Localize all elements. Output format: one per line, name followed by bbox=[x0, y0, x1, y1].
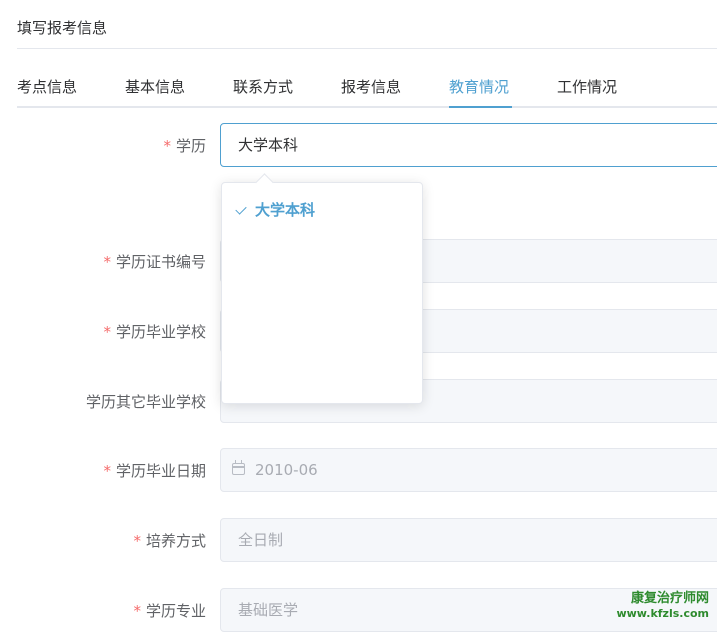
tab-application[interactable]: 报考信息 bbox=[341, 76, 401, 97]
form-row-degree: * 学历 大学本科 bbox=[0, 123, 717, 169]
grad-date-label: * 学历毕业日期 bbox=[103, 462, 206, 480]
tab-exam-site[interactable]: 考点信息 bbox=[17, 76, 77, 97]
degree-dropdown: 大学本科 bbox=[221, 173, 423, 404]
major-value: 基础医学 bbox=[238, 601, 299, 619]
study-mode-value: 全日制 bbox=[238, 531, 284, 549]
required-mark: * bbox=[133, 602, 141, 620]
degree-label: * 学历 bbox=[163, 137, 206, 155]
tab-education[interactable]: 教育情况 bbox=[449, 76, 509, 97]
page-title: 填写报考信息 bbox=[17, 19, 108, 37]
study-mode-label: * 培养方式 bbox=[133, 532, 206, 550]
required-mark: * bbox=[163, 137, 171, 155]
watermark-line1: 康复治疗师网 bbox=[630, 591, 709, 606]
study-mode-select[interactable]: 全日制 bbox=[220, 518, 717, 562]
required-mark: * bbox=[103, 462, 111, 480]
tab-active-indicator bbox=[449, 106, 512, 108]
required-mark: * bbox=[133, 532, 141, 550]
tab-bar: 考点信息 基本信息 联系方式 报考信息 教育情况 工作情况 bbox=[17, 68, 717, 108]
calendar-icon bbox=[232, 460, 245, 475]
form-row-grad-date: * 学历毕业日期 2010-06 bbox=[0, 448, 717, 494]
form-row-study-mode: * 培养方式 全日制 bbox=[0, 518, 717, 564]
form-row-major: * 学历专业 基础医学 bbox=[0, 588, 717, 634]
check-icon bbox=[235, 203, 247, 215]
school-label: * 学历毕业学校 bbox=[103, 323, 206, 341]
tab-contact[interactable]: 联系方式 bbox=[233, 76, 293, 97]
tab-work[interactable]: 工作情况 bbox=[557, 76, 617, 97]
grad-date-picker[interactable]: 2010-06 bbox=[220, 448, 717, 492]
watermark-line2: www.kfzls.com bbox=[616, 607, 709, 620]
major-label: * 学历专业 bbox=[133, 602, 206, 620]
required-mark: * bbox=[103, 323, 111, 341]
degree-select[interactable]: 大学本科 bbox=[220, 123, 717, 167]
tab-basic-info[interactable]: 基本信息 bbox=[125, 76, 185, 97]
page-header: 填写报考信息 bbox=[17, 0, 717, 49]
degree-select-value: 大学本科 bbox=[238, 136, 299, 154]
cert-no-label: * 学历证书编号 bbox=[103, 253, 206, 271]
watermark: 康复治疗师网 www.kfzls.com bbox=[616, 591, 709, 621]
dropdown-option-bachelor[interactable]: 大学本科 bbox=[222, 197, 422, 223]
other-school-label: 学历其它毕业学校 bbox=[85, 393, 206, 411]
tab-bar-divider bbox=[17, 106, 717, 108]
required-mark: * bbox=[103, 253, 111, 271]
dropdown-arrow bbox=[255, 173, 274, 192]
grad-date-value: 2010-06 bbox=[255, 461, 318, 479]
